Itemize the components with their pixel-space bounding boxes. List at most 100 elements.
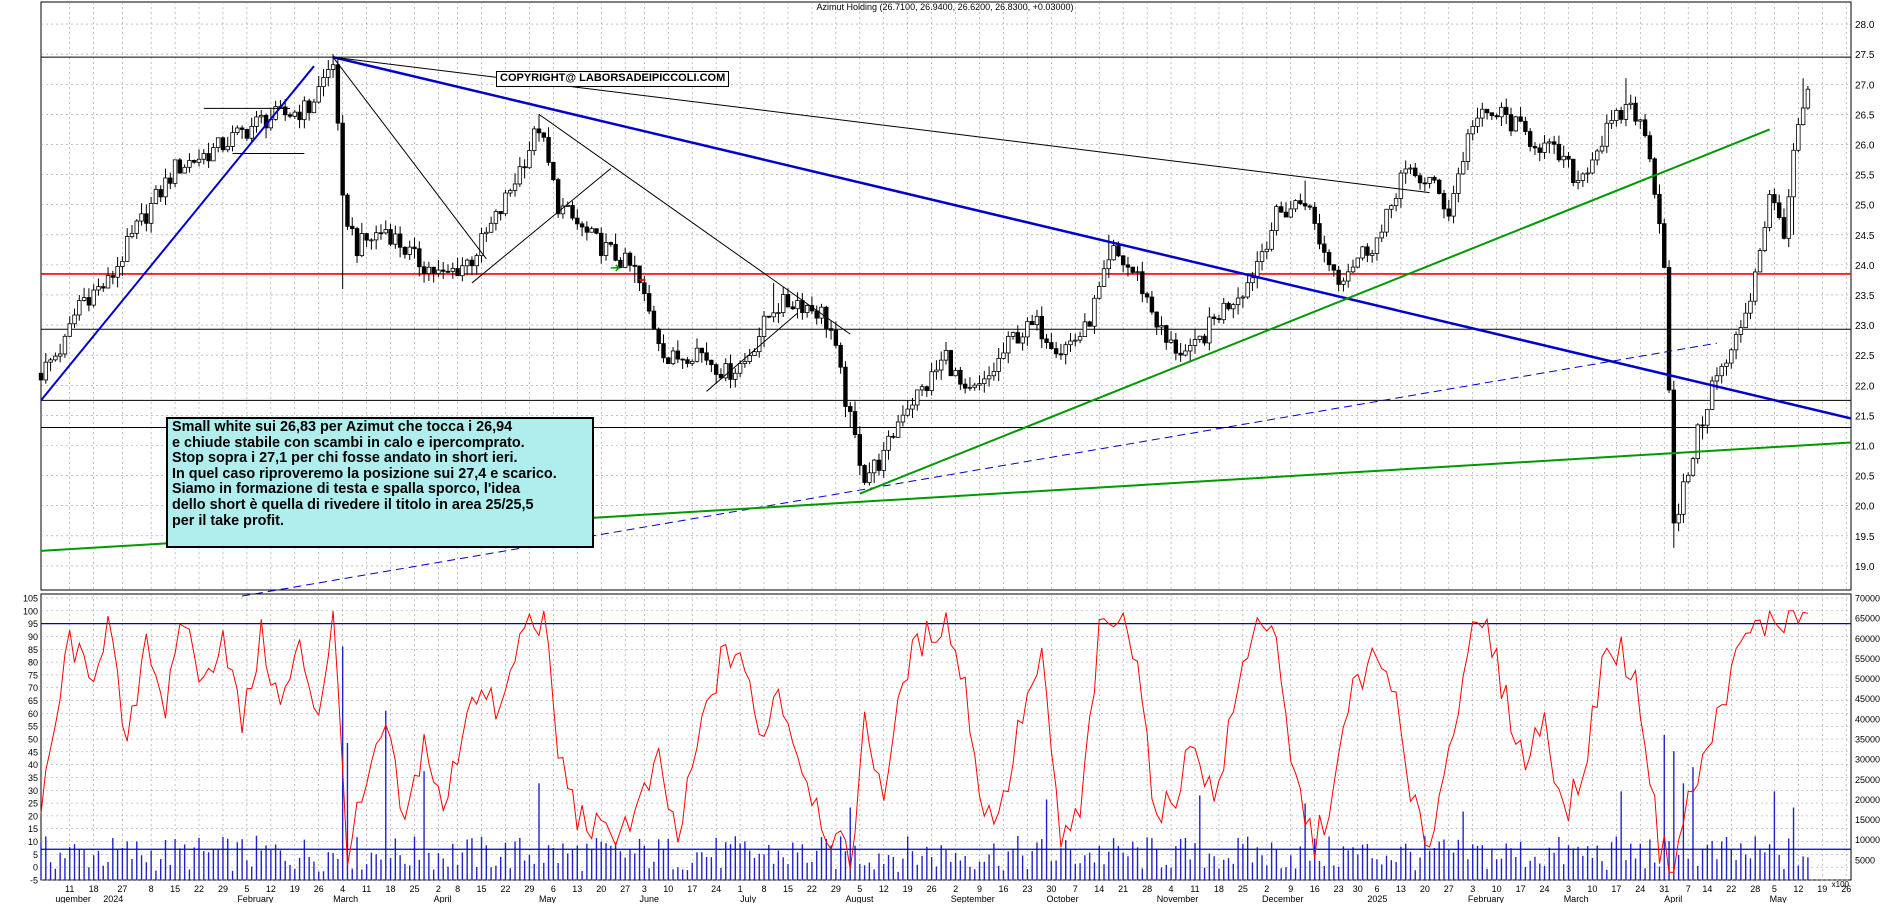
candle-body (670, 350, 676, 365)
candle-body (1542, 142, 1547, 153)
candle-body (397, 233, 403, 248)
candle-body (393, 233, 398, 245)
oscillator-tick-label: -5 (30, 876, 38, 886)
candle-body (795, 300, 800, 310)
candle-body (780, 294, 786, 313)
candle-body (201, 153, 207, 160)
candle-body (929, 371, 934, 392)
candle-body (101, 286, 106, 289)
volume-tick-label: 70000 (1855, 594, 1880, 604)
x-tick-label: 1 (738, 884, 743, 894)
candle-body (646, 293, 652, 312)
candle-body (1302, 203, 1308, 207)
x-tick-label: 3 (1470, 884, 1475, 894)
x-tick-label: 7 (1686, 884, 1691, 894)
volume-tick-label: 50000 (1855, 674, 1880, 684)
candle-body (120, 260, 125, 267)
candle-body (1609, 120, 1614, 124)
candle-body (445, 270, 451, 273)
candle-body (1657, 193, 1662, 225)
candle-body (1585, 172, 1590, 175)
candle-body (1111, 245, 1116, 261)
x-tick-label: 4 (340, 884, 345, 894)
x-tick-label: 14 (1094, 884, 1104, 894)
x-tick-label: 23 (1334, 884, 1344, 894)
candle-body (862, 464, 867, 483)
candle-body (1020, 336, 1025, 344)
candle-body (512, 183, 518, 191)
candle-body (1235, 297, 1241, 306)
candle-body (1623, 104, 1629, 120)
candle-body (1135, 271, 1140, 274)
candle-body (828, 328, 834, 331)
candle-body (939, 359, 944, 371)
candle-body (1283, 211, 1289, 218)
candle-body (843, 366, 848, 407)
candle-body (1604, 122, 1609, 147)
candle-body (1733, 334, 1739, 351)
candle-body (1350, 266, 1356, 273)
candle-body (977, 383, 982, 386)
candle-body (1240, 296, 1246, 299)
candle-body (967, 386, 973, 389)
candle-body (632, 264, 637, 267)
oscillator-tick-label: 20 (28, 811, 38, 821)
candle-body (1508, 114, 1514, 132)
candle-body (733, 372, 738, 380)
price-tick-label: 21.5 (1855, 411, 1875, 422)
x-tick-label: 9 (977, 884, 982, 894)
candle-body (1221, 302, 1226, 321)
candle-body (244, 129, 250, 139)
candle-body (1322, 243, 1327, 253)
price-tick-label: 22.0 (1855, 381, 1875, 392)
x-tick-label: 24 (1540, 884, 1550, 894)
candle-body (1355, 257, 1360, 268)
price-tick-label: 27.5 (1855, 50, 1875, 61)
candle-body (1183, 350, 1188, 356)
candle-body (354, 228, 360, 257)
candle-body (464, 259, 470, 267)
candle-body (776, 312, 781, 314)
x-tick-label: 27 (620, 884, 630, 894)
candle-body (1614, 109, 1619, 121)
candle-body (517, 166, 523, 185)
candle-body (1293, 200, 1298, 210)
candle-body (1523, 120, 1528, 132)
candle-body (364, 233, 369, 241)
candle-body (1571, 158, 1576, 184)
x-tick-label: 24 (711, 884, 721, 894)
candle-body (1595, 150, 1600, 161)
candle-body (350, 225, 355, 229)
candle-body (1762, 227, 1768, 251)
x-tick-label: 20 (1420, 884, 1430, 894)
candle-body (857, 434, 863, 466)
candle-body (1015, 332, 1021, 344)
candle-body (192, 160, 197, 163)
candle-body (1341, 280, 1346, 285)
candle-body (618, 259, 623, 268)
price-tick-label: 21.0 (1855, 442, 1875, 453)
month-label: 2025 (1367, 894, 1387, 903)
candle-body (455, 268, 460, 277)
x-tick-label: 5 (244, 884, 249, 894)
candle-body (1599, 145, 1605, 152)
price-tick-label: 23.5 (1855, 291, 1875, 302)
candle-body (1729, 349, 1734, 364)
oscillator-line (40, 609, 1809, 873)
candle-body (1044, 338, 1049, 343)
candle-body (316, 86, 321, 103)
x-tick-label: 22 (1726, 884, 1736, 894)
candle-body (134, 220, 139, 234)
x-tick-label: 10 (1492, 884, 1502, 894)
note-line: per il take profit. (172, 512, 284, 529)
candle-body (431, 266, 436, 274)
x-tick-label: 8 (455, 884, 460, 894)
price-tick-label: 26.0 (1855, 140, 1875, 151)
oscillator-tick-label: 75 (28, 670, 38, 680)
x-tick-label: 24 (1635, 884, 1645, 894)
x-tick-label: 5 (1772, 884, 1777, 894)
candle-body (230, 132, 235, 147)
candle-body (1317, 223, 1322, 245)
candle-body (383, 229, 388, 234)
x-tick-label: 31 (1659, 884, 1669, 894)
